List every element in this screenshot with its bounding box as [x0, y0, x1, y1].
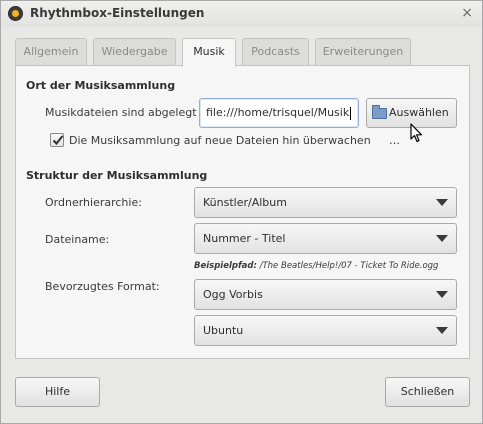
- tab-allgemein[interactable]: Allgemein: [15, 38, 87, 65]
- library-path-input[interactable]: file:///home/trisquel/Musik: [199, 98, 359, 128]
- window-title: Rhythmbox-Einstellungen: [30, 6, 205, 20]
- format-preset-select[interactable]: Ubuntu: [194, 315, 457, 346]
- filename-select[interactable]: Nummer - Titel: [194, 223, 457, 254]
- chevron-down-icon: [436, 327, 448, 334]
- chevron-down-icon: [436, 291, 448, 298]
- close-window-button[interactable]: ×: [461, 5, 473, 21]
- watch-library-label: Die Musiksammlung auf neue Dateien hin ü…: [69, 134, 371, 147]
- location-heading: Ort der Musiksammlung: [26, 79, 176, 92]
- tab-wiedergabe[interactable]: Wiedergabe: [93, 38, 176, 65]
- preferred-format-label: Bevorzugtes Format:: [45, 280, 160, 293]
- text-caret: [350, 106, 352, 120]
- title-bar[interactable]: Rhythmbox-Einstellungen ×: [1, 1, 482, 27]
- chevron-down-icon: [436, 235, 448, 242]
- example-path-prefix: Beispielpfad:: [194, 261, 257, 271]
- example-path-value: /The Beatles/Help!/07 - Ticket To Ride.o…: [259, 261, 439, 271]
- tab-erweiterungen[interactable]: Erweiterungen: [315, 38, 411, 65]
- watch-library-checkbox[interactable]: [50, 133, 64, 147]
- preferences-window: Rhythmbox-Einstellungen × Allgemein Wied…: [0, 0, 483, 424]
- tab-podcasts[interactable]: Podcasts: [242, 38, 309, 65]
- rhythmbox-icon: [8, 6, 23, 21]
- filename-label: Dateiname:: [45, 233, 110, 246]
- checkmark-icon: [52, 135, 64, 145]
- format-preset-value: Ubuntu: [203, 324, 244, 337]
- example-path: Beispielpfad: /The Beatles/Help!/07 - Ti…: [194, 261, 438, 271]
- library-path-label: Musikdateien sind abgelegt in:: [45, 106, 214, 119]
- help-button[interactable]: Hilfe: [15, 377, 100, 407]
- library-path-value: file:///home/trisquel/Musik: [206, 106, 350, 119]
- folder-hierarchy-label: Ordnerhierarchie:: [45, 196, 142, 209]
- filename-value: Nummer - Titel: [203, 232, 286, 245]
- preferred-format-value: Ogg Vorbis: [203, 288, 263, 301]
- chevron-down-icon: [436, 199, 448, 206]
- folder-hierarchy-select[interactable]: Künstler/Album: [194, 187, 457, 218]
- preferred-format-select[interactable]: Ogg Vorbis: [194, 279, 457, 310]
- folder-icon: [372, 105, 387, 119]
- folder-hierarchy-value: Künstler/Album: [203, 196, 287, 209]
- close-button[interactable]: Schließen: [385, 377, 470, 407]
- mouse-pointer-icon: [410, 123, 423, 143]
- tab-musik[interactable]: Musik: [182, 38, 236, 67]
- structure-heading: Struktur der Musiksammlung: [26, 169, 208, 182]
